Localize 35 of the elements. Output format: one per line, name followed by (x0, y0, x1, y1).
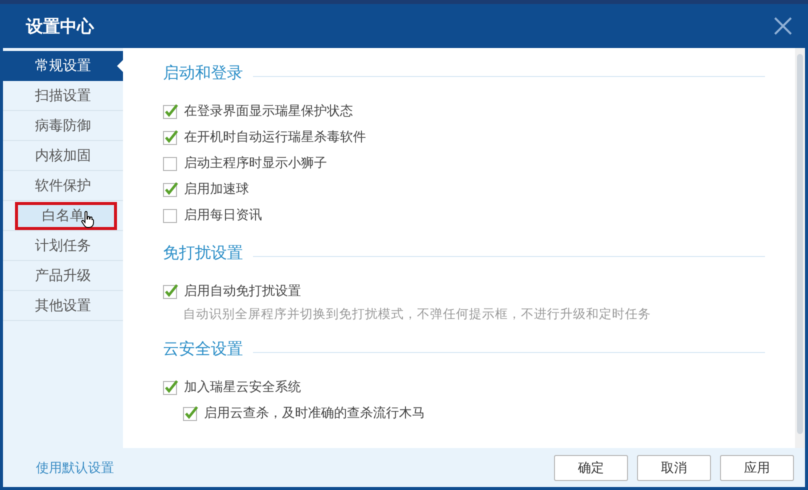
checkbox[interactable] (163, 208, 178, 222)
sidebar-item[interactable]: 软件保护 (35, 176, 91, 194)
option-label: 加入瑞星云安全系统 (184, 379, 301, 396)
option-label: 在开机时自动运行瑞星杀毒软件 (184, 129, 366, 146)
scrollbar[interactable] (795, 48, 805, 448)
sidebar-item[interactable]: 内核加固 (35, 146, 91, 164)
checkbox[interactable] (183, 406, 198, 420)
checkbox[interactable] (163, 182, 178, 196)
option-label: 启用每日资讯 (184, 207, 262, 224)
sidebar-item[interactable]: 其他设置 (35, 296, 91, 314)
window-title: 设置中心 (26, 16, 94, 38)
dialog-button[interactable]: 取消 (637, 454, 711, 480)
section-heading: 云安全设置 (163, 338, 243, 360)
checkbox[interactable] (163, 380, 178, 394)
checkbox[interactable] (163, 104, 178, 118)
option-label: 在登录界面显示瑞星保护状态 (184, 103, 353, 120)
checkbox[interactable] (163, 156, 178, 170)
checkbox[interactable] (163, 284, 178, 298)
dialog-button[interactable]: 确定 (554, 454, 628, 480)
option-label: 启动主程序时显示小狮子 (184, 155, 327, 172)
sidebar-item[interactable]: 计划任务 (35, 236, 91, 254)
checkbox[interactable] (163, 130, 178, 144)
sidebar-item[interactable]: 扫描设置 (35, 86, 91, 104)
section-heading: 启动和登录 (163, 62, 243, 84)
scrollbar-thumb[interactable] (797, 54, 803, 434)
close-icon[interactable] (774, 17, 792, 35)
sidebar-item[interactable]: 白名单 (42, 206, 84, 224)
sidebar-item[interactable]: 产品升级 (35, 266, 91, 284)
option-label: 启用加速球 (184, 181, 249, 198)
sidebar-item[interactable]: 病毒防御 (35, 116, 91, 134)
dialog-button[interactable]: 应用 (720, 454, 794, 480)
option-description: 自动识别全屏程序并切换到免打扰模式，不弹任何提示框，不进行升级和定时任务 (183, 306, 652, 323)
option-label: 启用云查杀，及时准确的查杀流行木马 (204, 405, 425, 422)
section-heading: 免打扰设置 (163, 242, 243, 264)
option-label: 启用自动免打扰设置 (184, 283, 301, 300)
